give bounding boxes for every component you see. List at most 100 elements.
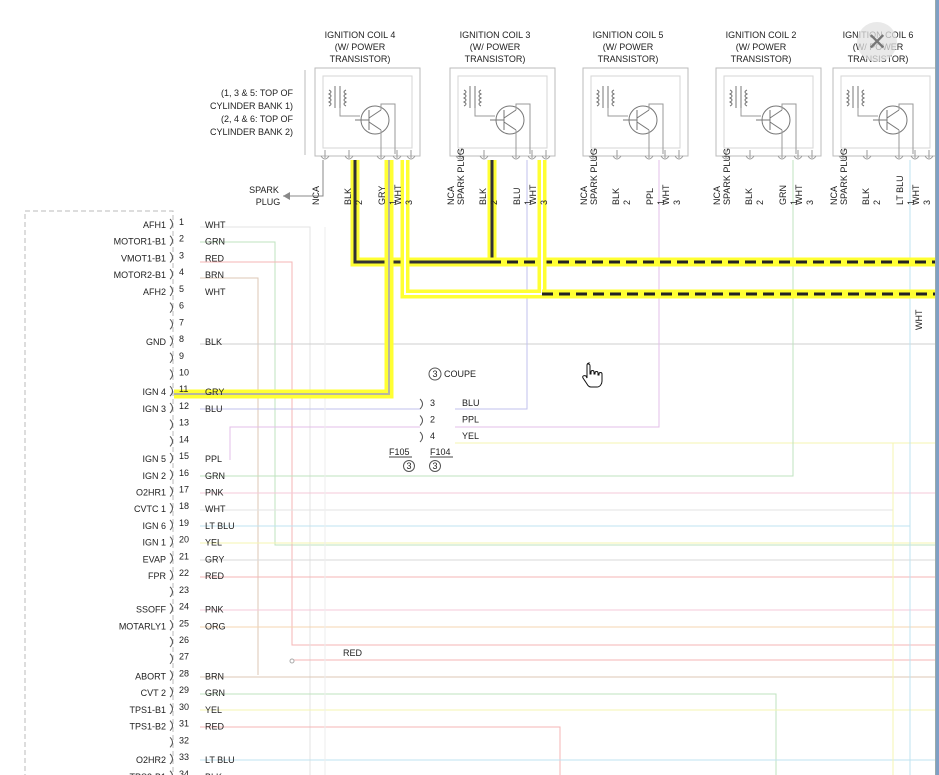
- ecm-pin-number: 23: [179, 585, 189, 595]
- ecm-pin-number: 29: [179, 685, 189, 695]
- pin-bracket-icon: [169, 670, 173, 681]
- ecm-pin-wire: WHT: [205, 504, 226, 514]
- ecm-pin-number: 33: [179, 752, 189, 762]
- connector-pin-number: 2: [430, 415, 435, 425]
- coil-pin-label: 2: [354, 200, 364, 205]
- ecm-pin-name: CVTC 1: [134, 504, 166, 514]
- ecm-pin-wire: PNK: [205, 605, 224, 615]
- ecm-pin-wire: LT BLU: [205, 521, 235, 531]
- pin-bracket-icon: [169, 519, 173, 531]
- coil-pin-label: NCA: [446, 186, 456, 205]
- ecm-pin-name: AFH2: [143, 287, 166, 297]
- coil-pin-label: WHT: [528, 184, 538, 205]
- ecm-pin-wire: RED: [205, 571, 225, 581]
- connector-pin-number: 4: [430, 431, 435, 441]
- wire-blk-ground: [353, 160, 490, 264]
- coil-sub1: (W/ POWER: [736, 42, 787, 52]
- ecm-pin-row: 26: [169, 635, 189, 648]
- coil-pin-label: BLK: [611, 188, 621, 205]
- ecm-pin-row: MOTARLY1 25 ORG: [119, 618, 226, 631]
- ecm-pin-number: 31: [179, 719, 189, 729]
- ecm-pin-wire: BLK: [205, 337, 222, 347]
- bank-note: (1, 3 & 5: TOP OF CYLINDER BANK 1) (2, 4…: [210, 70, 306, 155]
- faint-wires: [200, 160, 935, 775]
- coil-pin-label: BLK: [744, 188, 754, 205]
- bank-note-line2: CYLINDER BANK 1): [210, 101, 293, 111]
- ecm-pin-name: IGN 3: [142, 404, 166, 414]
- ecm-pin-row: VMOT1-B1 3 RED: [121, 250, 225, 263]
- connector-row: 2 PPL: [419, 415, 479, 426]
- ecm-pin-name: O2HR2: [136, 755, 166, 765]
- ecm-pin-row: AFH1 1 WHT: [143, 217, 226, 230]
- coil-title: IGNITION COIL 3: [460, 30, 531, 40]
- ecm-pin-number: 28: [179, 668, 189, 678]
- ecm-pin-number: 7: [179, 317, 184, 327]
- pin-bracket-icon: [419, 398, 423, 410]
- ecm-pin-row: 9: [169, 351, 184, 364]
- ecm-pin-number: 30: [179, 702, 189, 712]
- ecm-pin-name: CVT 2: [141, 688, 166, 698]
- ecm-pin-number: 12: [179, 401, 189, 411]
- ecm-pin-number: 4: [179, 267, 184, 277]
- ecm-pin-name: EVAP: [143, 554, 166, 564]
- connector-row: 4 YEL: [419, 431, 479, 443]
- coil-sub1: (W/ POWER: [603, 42, 654, 52]
- ecm-pin-number: 6: [179, 301, 184, 311]
- coil-pin-label: BLK: [861, 188, 871, 205]
- ecm-pin-row: 6: [169, 301, 184, 313]
- ecm-pin-wire: YEL: [205, 705, 222, 715]
- spark-plug-arrow-icon: [283, 192, 290, 200]
- right-wht-label: WHT: [914, 309, 924, 330]
- coupe-badge: 3: [432, 369, 437, 379]
- close-icon: ✕: [866, 28, 888, 56]
- close-button[interactable]: ✕: [857, 22, 897, 62]
- ecm-pin-row: ABORT 28 BRN: [135, 668, 224, 681]
- ecm-pin-name: TPS1-B2: [129, 722, 166, 732]
- ecm-pin-row: FPR 22 RED: [148, 568, 225, 581]
- connector-f105: F105: [389, 447, 410, 457]
- coil-sub1: (W/ POWER: [470, 42, 521, 52]
- coil-pin-label: PPL: [645, 188, 655, 205]
- pin-bracket-icon: [169, 619, 173, 631]
- pin-bracket-icon: [169, 736, 173, 748]
- connector-pin-number: 3: [430, 398, 435, 408]
- ecm-pin-row: IGN 5 15 PPL: [142, 451, 222, 464]
- coil-pin-label: 3: [922, 200, 932, 205]
- ecm-pin-name: ABORT: [135, 671, 166, 681]
- ecm-pin-name: IGN 6: [142, 521, 166, 531]
- ecm-pin-wire: BRN: [205, 671, 224, 681]
- coil-pin-label: 2: [622, 200, 632, 205]
- ecm-pin-number: 8: [179, 334, 184, 344]
- pin-bracket-icon: [169, 402, 173, 414]
- ecm-pin-wire: LT BLU: [205, 755, 235, 765]
- coil-pin-label: WHT: [794, 184, 804, 205]
- ecm-pin-name: AFH1: [143, 220, 166, 230]
- coil-sub2: TRANSISTOR): [598, 54, 659, 64]
- ecm-pin-row: IGN 6 19 LT BLU: [142, 518, 234, 531]
- ecm-pin-number: 17: [179, 485, 189, 495]
- pin-bracket-icon: [169, 285, 173, 297]
- ecm-pin-name: TPS1-B1: [129, 705, 166, 715]
- coil-pin-label: GRY: [377, 186, 387, 205]
- pin-bracket-icon: [169, 770, 173, 775]
- coil-pin-label: WHT: [911, 184, 921, 205]
- coil-pin-label: 2: [755, 200, 765, 205]
- ecm-pin-wire: RED: [205, 722, 225, 732]
- pin-bracket-icon: [169, 352, 173, 364]
- wire-wht-cvtc1: [200, 509, 894, 775]
- coil-pin-label: GRN: [778, 185, 788, 205]
- pin-bracket-icon: [169, 235, 173, 247]
- ecm-pin-wire: WHT: [205, 287, 226, 297]
- ecm-pin-row: TPS2-B134BLK: [129, 769, 222, 775]
- coil-title: IGNITION COIL 2: [726, 30, 797, 40]
- spark-plug-label-1: SPARK: [249, 185, 279, 195]
- ecm-pin-wire: YEL: [205, 538, 222, 548]
- pin-bracket-icon: [419, 415, 423, 426]
- coil-pin-label: 3: [539, 200, 549, 205]
- ecm-pin-number: 13: [179, 418, 189, 428]
- ecm-pin-name: IGN 1: [142, 538, 166, 548]
- pin-bracket-icon: [169, 569, 173, 581]
- pin-bracket-icon: [169, 469, 173, 481]
- ecm-pin-row: EVAP 21 GRY: [143, 551, 225, 564]
- pin-bracket-icon: [169, 252, 173, 263]
